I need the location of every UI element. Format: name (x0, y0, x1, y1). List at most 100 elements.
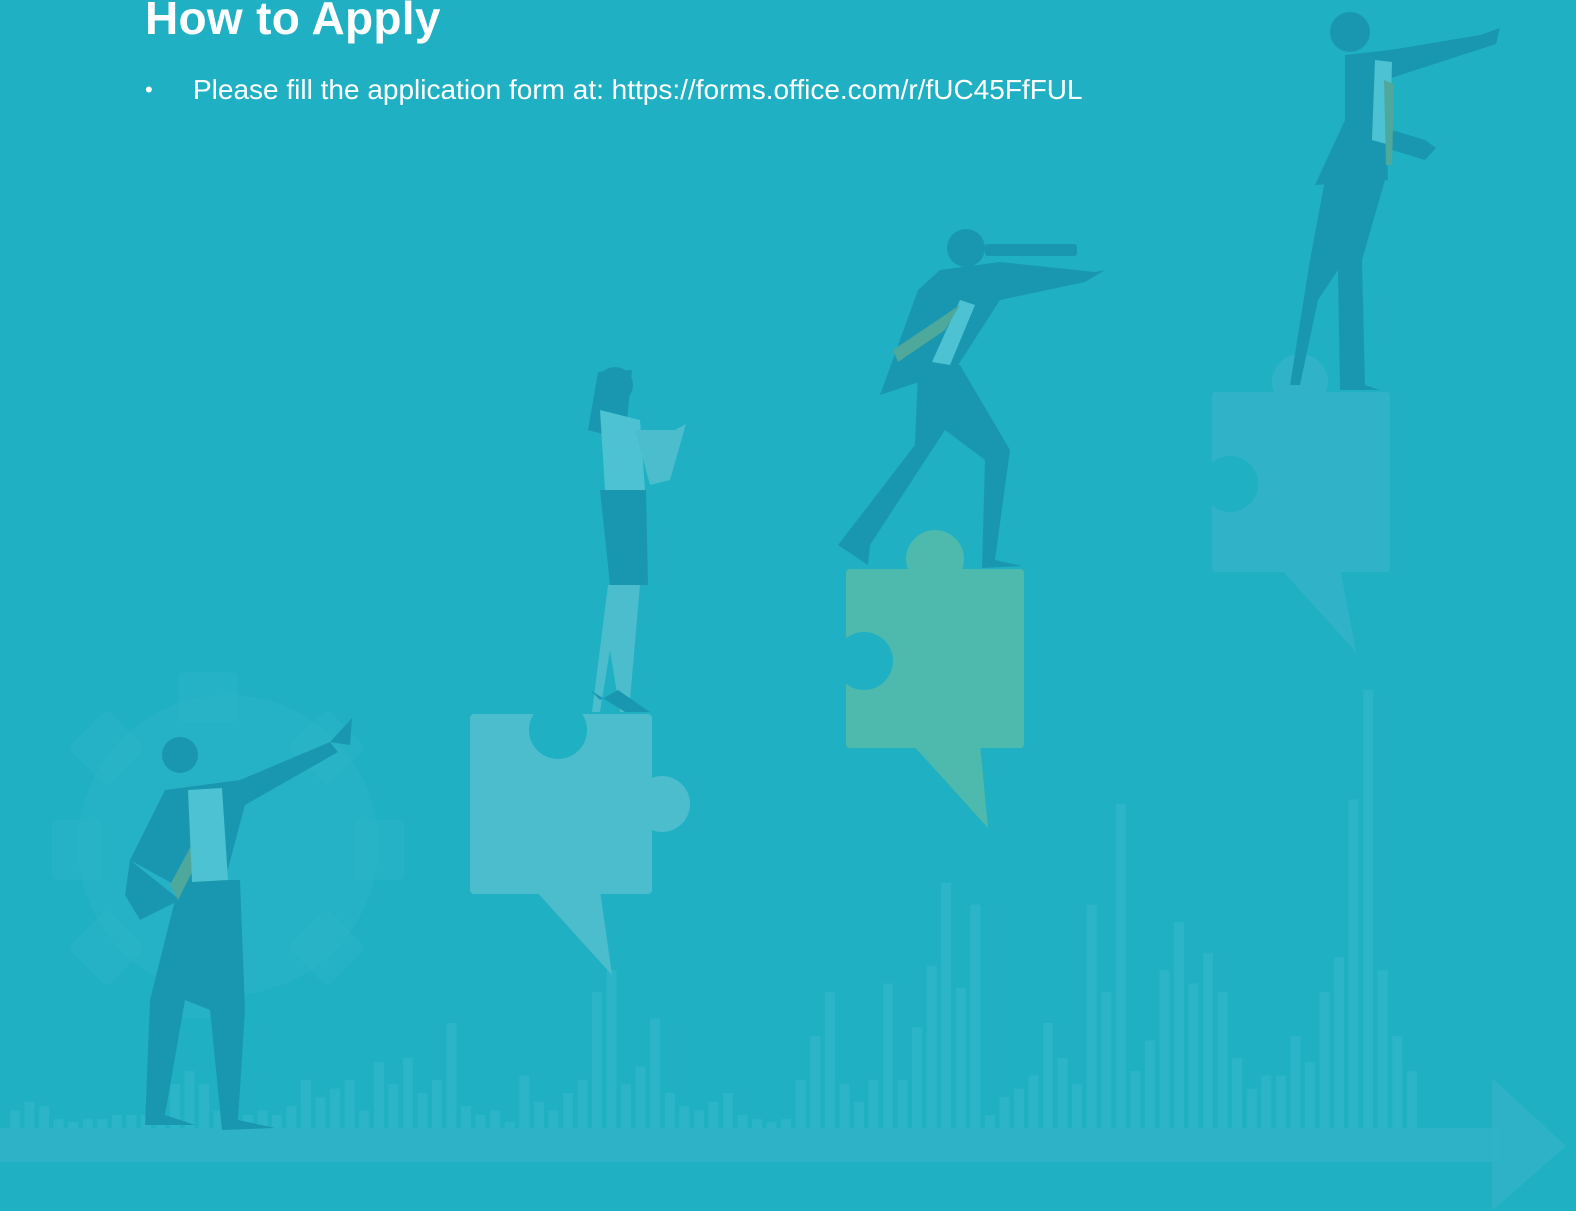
chart-bar (1290, 1036, 1301, 1128)
slide-title: How to Apply (145, 0, 441, 44)
chart-bar (1043, 1022, 1053, 1128)
chart-bar (184, 1071, 195, 1128)
chart-bar (344, 1079, 355, 1128)
puzzle-piece-icon (470, 714, 690, 975)
chart-bar (999, 1097, 1010, 1128)
chart-bar (984, 1114, 995, 1128)
chart-bar (446, 1022, 457, 1128)
chart-bar (664, 1093, 675, 1128)
chart-bar (432, 1079, 442, 1128)
chart-bar (1232, 1057, 1243, 1128)
chart-bar (1406, 1071, 1417, 1128)
speech-bubble-icon (535, 890, 612, 975)
chart-bar (1246, 1088, 1257, 1128)
bullet-icon: • (145, 77, 153, 102)
chart-bar (10, 1110, 20, 1128)
chart-bar (1086, 904, 1097, 1128)
chart-bar (562, 1093, 573, 1128)
chart-bar (82, 1119, 93, 1128)
chart-bar (941, 882, 952, 1128)
chart-bar (1319, 992, 1330, 1128)
chart-bar (883, 983, 893, 1128)
chart-bar (533, 1101, 544, 1128)
speech-bubble-icon (1280, 568, 1356, 652)
chart-bar (490, 1110, 501, 1128)
chart-bar (1348, 799, 1359, 1128)
chart-bar (1174, 922, 1184, 1128)
career-growth-illustration (0, 12, 1566, 1211)
chart-bar (1334, 957, 1344, 1128)
chart-bar (373, 1062, 384, 1128)
chart-bar (723, 1093, 733, 1128)
chart-bar (1261, 1075, 1272, 1128)
chart-bar (475, 1114, 486, 1128)
chart-bar (402, 1057, 413, 1128)
chart-bar (504, 1122, 515, 1128)
chart-bar (519, 1075, 530, 1128)
chart-bar (577, 1079, 588, 1128)
chart-bar (1392, 1036, 1403, 1128)
chart-bar (53, 1119, 64, 1128)
chart-bar (39, 1106, 50, 1128)
explorer-figure (838, 229, 1105, 568)
chart-bar (68, 1122, 79, 1128)
chart-bar (912, 1027, 923, 1128)
chart-bar (1217, 992, 1228, 1128)
chart-bar (839, 1084, 850, 1128)
chart-bar (111, 1114, 122, 1128)
chart-bar (592, 992, 602, 1128)
chart-bar (1115, 803, 1126, 1128)
chart-bar (1275, 1075, 1286, 1128)
chart-bar (1101, 992, 1112, 1128)
chart-bar (199, 1084, 210, 1128)
chart-bar (97, 1119, 108, 1128)
chart-bar (853, 1101, 864, 1128)
chart-bar (330, 1088, 341, 1128)
chart-bar (1072, 1084, 1083, 1128)
chart-bar (1363, 690, 1374, 1128)
chart-bar (1057, 1057, 1068, 1128)
chart-bar (679, 1106, 690, 1128)
chart-bar (1377, 970, 1388, 1128)
chart-bar (621, 1084, 632, 1128)
chart-bar (1305, 1062, 1315, 1128)
chart-bar (781, 1119, 792, 1128)
businesswoman-figure (588, 367, 686, 712)
chart-bar (810, 1036, 821, 1128)
chart-bar (286, 1106, 297, 1128)
chart-bar (708, 1101, 719, 1128)
bullet-list: • Please fill the application form at: h… (145, 72, 1083, 108)
chart-bar (970, 904, 981, 1128)
chart-bar (24, 1101, 35, 1128)
chart-bar (606, 970, 617, 1128)
chart-bar (461, 1106, 472, 1128)
chart-bar (359, 1110, 370, 1128)
application-form-text[interactable]: Please fill the application form at: htt… (193, 72, 1083, 108)
chart-bar (1028, 1075, 1039, 1128)
chart-bar (417, 1093, 428, 1128)
chart-bar (752, 1119, 763, 1128)
chart-bar (635, 1066, 646, 1128)
chart-bar (548, 1110, 559, 1128)
chart-bar (1130, 1071, 1141, 1128)
chart-bar (1203, 952, 1214, 1128)
chart-bar (795, 1079, 806, 1128)
chart-bar (1159, 970, 1170, 1128)
chart-bar (1188, 983, 1199, 1128)
chart-bar (824, 992, 835, 1128)
chart-bar (301, 1079, 311, 1128)
chart-bar (1144, 1040, 1155, 1128)
leader-figure (1290, 12, 1500, 390)
chart-bar (955, 987, 966, 1128)
speech-bubble-icon (912, 744, 988, 828)
chart-bar (693, 1110, 704, 1128)
chart-bar (126, 1114, 137, 1128)
chart-bar (315, 1097, 326, 1128)
chart-bar (766, 1122, 777, 1128)
chart-bar (271, 1114, 282, 1128)
chart-bar (926, 965, 937, 1128)
chart-bar (868, 1079, 879, 1128)
list-item: • Please fill the application form at: h… (145, 72, 1083, 108)
chart-bar (1014, 1088, 1024, 1128)
chart-bar (737, 1114, 748, 1128)
